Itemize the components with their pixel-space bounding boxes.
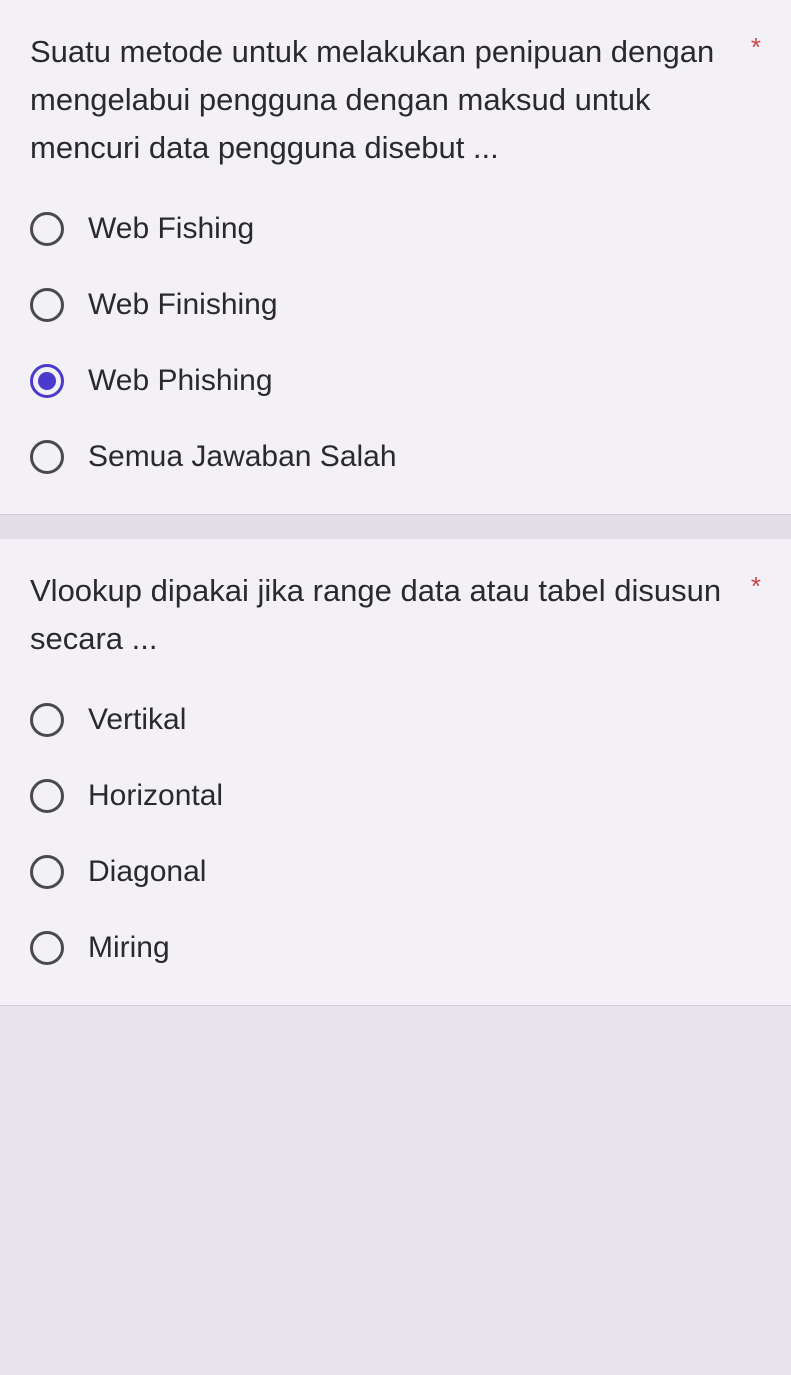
radio-icon bbox=[30, 855, 64, 889]
option-label: Diagonal bbox=[88, 855, 206, 889]
radio-icon bbox=[30, 288, 64, 322]
radio-icon bbox=[30, 931, 64, 965]
radio-option-semua-salah[interactable]: Semua Jawaban Salah bbox=[30, 440, 761, 474]
card-divider bbox=[0, 515, 791, 539]
radio-option-diagonal[interactable]: Diagonal bbox=[30, 855, 761, 889]
option-label: Semua Jawaban Salah bbox=[88, 440, 397, 474]
options-list: Web Fishing Web Finishing Web Phishing S… bbox=[30, 212, 761, 474]
option-label: Vertikal bbox=[88, 703, 186, 737]
question-header: Suatu metode untuk melakukan penipuan de… bbox=[30, 28, 761, 172]
radio-option-horizontal[interactable]: Horizontal bbox=[30, 779, 761, 813]
question-card-1: Suatu metode untuk melakukan penipuan de… bbox=[0, 0, 791, 515]
radio-option-miring[interactable]: Miring bbox=[30, 931, 761, 965]
radio-icon bbox=[30, 440, 64, 474]
radio-option-web-finishing[interactable]: Web Finishing bbox=[30, 288, 761, 322]
question-card-2: Vlookup dipakai jika range data atau tab… bbox=[0, 539, 791, 1006]
radio-option-vertikal[interactable]: Vertikal bbox=[30, 703, 761, 737]
question-text: Suatu metode untuk melakukan penipuan de… bbox=[30, 28, 751, 172]
question-text: Vlookup dipakai jika range data atau tab… bbox=[30, 567, 751, 663]
option-label: Web Finishing bbox=[88, 288, 278, 322]
question-header: Vlookup dipakai jika range data atau tab… bbox=[30, 567, 761, 663]
radio-icon bbox=[30, 212, 64, 246]
radio-icon-selected bbox=[30, 364, 64, 398]
radio-option-web-phishing[interactable]: Web Phishing bbox=[30, 364, 761, 398]
required-star-icon: * bbox=[751, 32, 761, 63]
options-list: Vertikal Horizontal Diagonal Miring bbox=[30, 703, 761, 965]
option-label: Miring bbox=[88, 931, 170, 965]
option-label: Horizontal bbox=[88, 779, 223, 813]
option-label: Web Phishing bbox=[88, 364, 273, 398]
option-label: Web Fishing bbox=[88, 212, 254, 246]
radio-option-web-fishing[interactable]: Web Fishing bbox=[30, 212, 761, 246]
required-star-icon: * bbox=[751, 571, 761, 602]
radio-icon bbox=[30, 779, 64, 813]
radio-icon bbox=[30, 703, 64, 737]
